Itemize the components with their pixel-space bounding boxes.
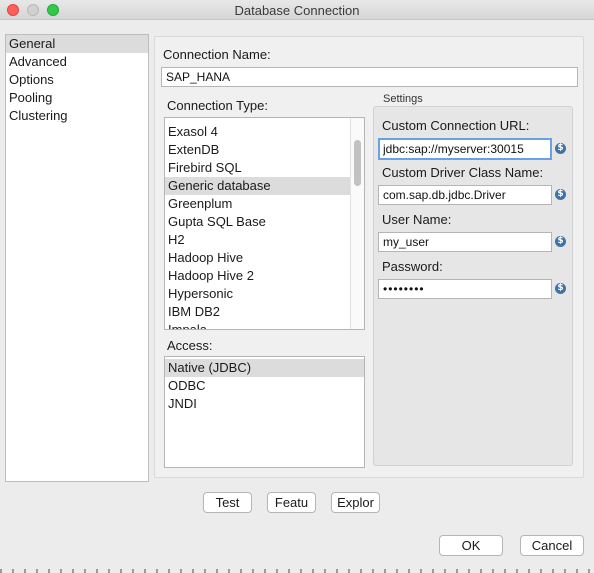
connection-name-label: Connection Name: [163,47,271,62]
access-list-item[interactable]: Native (JDBC) [165,359,364,377]
connection-type-list-item[interactable]: Hypersonic [165,285,351,303]
password-input[interactable] [378,279,552,299]
settings-caption: Settings [383,93,423,105]
ok-button[interactable]: OK [439,535,503,556]
sidebar-item-advanced[interactable]: Advanced [6,53,148,71]
connection-type-list-item[interactable]: H2 [165,231,351,249]
connection-type-list-item[interactable]: ExtenDB [165,141,351,159]
connection-type-list-item[interactable]: IBM DB2 [165,303,351,321]
url-variable-icon[interactable]: $ [555,143,566,154]
features-button[interactable]: Featu [267,492,316,513]
sidebar-item-options[interactable]: Options [6,71,148,89]
connection-type-list[interactable]: Exasol 4 ExtenDB Firebird SQL Generic datab… [164,117,365,330]
window-title: Database Connection [234,3,360,18]
access-list-item[interactable]: ODBC [165,377,364,395]
explore-button[interactable]: Explor [331,492,380,513]
driver-variable-icon[interactable]: $ [555,189,566,200]
sidebar-item-clustering[interactable]: Clustering [6,107,148,125]
connection-type-list-item[interactable]: Generic database [165,177,351,195]
password-variable-icon[interactable]: $ [555,283,566,294]
connection-type-list-item[interactable]: Hadoop Hive 2 [165,267,351,285]
user-name-label: User Name: [382,212,452,227]
resize-strip [0,569,594,573]
connection-type-label: Connection Type: [167,98,268,113]
user-name-input[interactable] [378,232,552,252]
connection-type-list-item[interactable]: Exasol 4 [165,123,351,141]
connection-type-list-item[interactable]: Hadoop Hive [165,249,351,267]
cancel-button[interactable]: Cancel [520,535,584,556]
custom-url-input[interactable] [378,138,552,160]
connection-type-list-item[interactable]: Firebird SQL [165,159,351,177]
connection-name-input[interactable] [161,67,578,87]
user-variable-icon[interactable]: $ [555,236,566,247]
scrollbar-thumb[interactable] [354,140,361,186]
driver-class-label: Custom Driver Class Name: [382,165,544,180]
connection-type-list-item[interactable]: Gupta SQL Base [165,213,351,231]
connection-type-list-item[interactable]: Impala [165,321,351,329]
access-label: Access: [167,338,213,353]
sidebar-item-pooling[interactable]: Pooling [6,89,148,107]
custom-url-label: Custom Connection URL: [382,118,530,133]
password-label: Password: [382,259,443,274]
connection-type-scrollbar[interactable] [350,118,364,329]
access-list[interactable]: Native (JDBC) ODBC JNDI [164,356,365,468]
sidebar-item-general[interactable]: General [6,35,148,53]
test-button[interactable]: Test [203,492,252,513]
category-sidebar: General Advanced Options Pooling Cluster… [5,34,149,482]
driver-class-input[interactable] [378,185,552,205]
access-list-item[interactable]: JNDI [165,395,364,413]
connection-type-list-item[interactable]: Greenplum [165,195,351,213]
title-bar: Database Connection [0,0,594,20]
